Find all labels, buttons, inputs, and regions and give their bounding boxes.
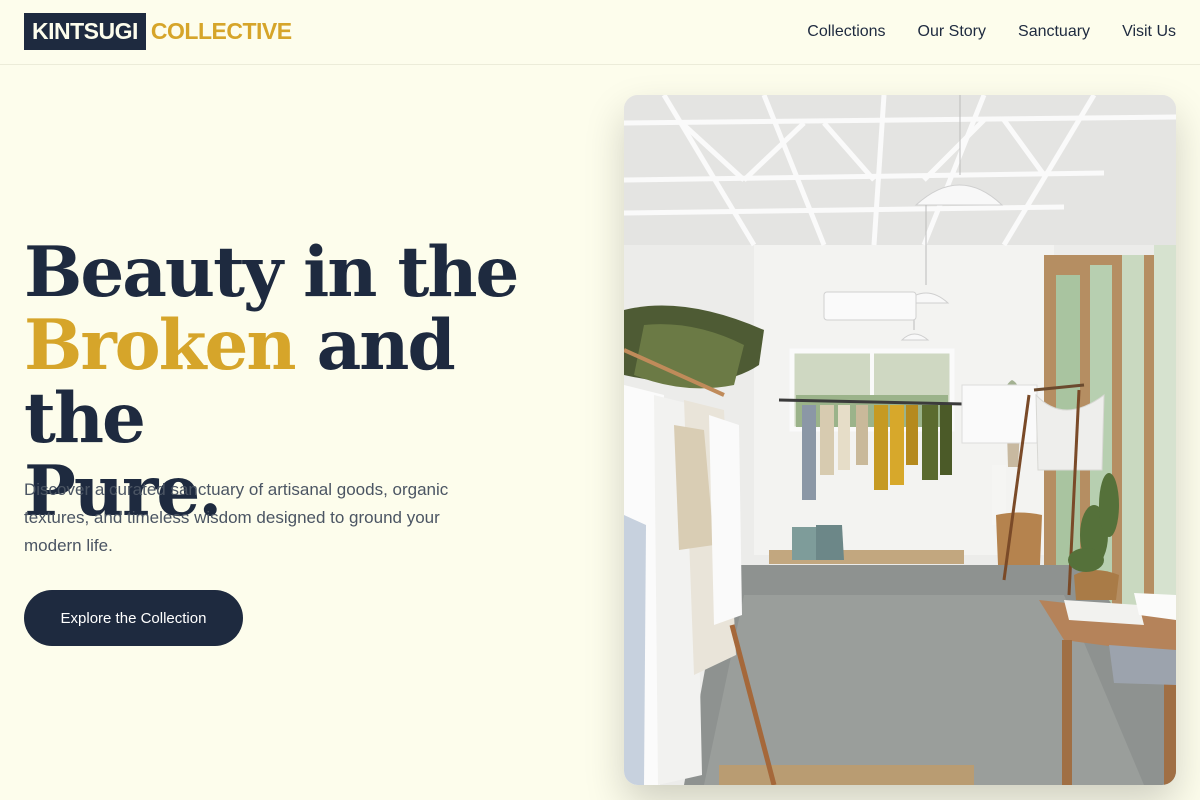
hero-description: Discover a curated sanctuary of artisana… bbox=[24, 480, 449, 555]
headline-gold-word: Broken bbox=[24, 305, 297, 386]
nav-link-collections[interactable]: Collections bbox=[807, 21, 885, 43]
headline-line-1: Beauty in the bbox=[24, 232, 519, 313]
brand-logo[interactable]: KINTSUGI COLLECTIVE bbox=[24, 13, 292, 50]
site-header: KINTSUGI COLLECTIVE Collections Our Stor… bbox=[0, 0, 1200, 65]
hero-store-photo bbox=[624, 95, 1176, 785]
brand-name-gold: COLLECTIVE bbox=[150, 18, 292, 44]
main-nav: Collections Our Story Sanctuary Visit Us bbox=[807, 21, 1176, 43]
explore-collection-button[interactable]: Explore the Collection bbox=[24, 590, 243, 646]
nav-link-visit-us[interactable]: Visit Us bbox=[1122, 21, 1176, 43]
nav-link-our-story[interactable]: Our Story bbox=[918, 21, 986, 43]
brand-name-dark: KINTSUGI bbox=[24, 13, 146, 50]
nav-link-sanctuary[interactable]: Sanctuary bbox=[1018, 21, 1090, 43]
